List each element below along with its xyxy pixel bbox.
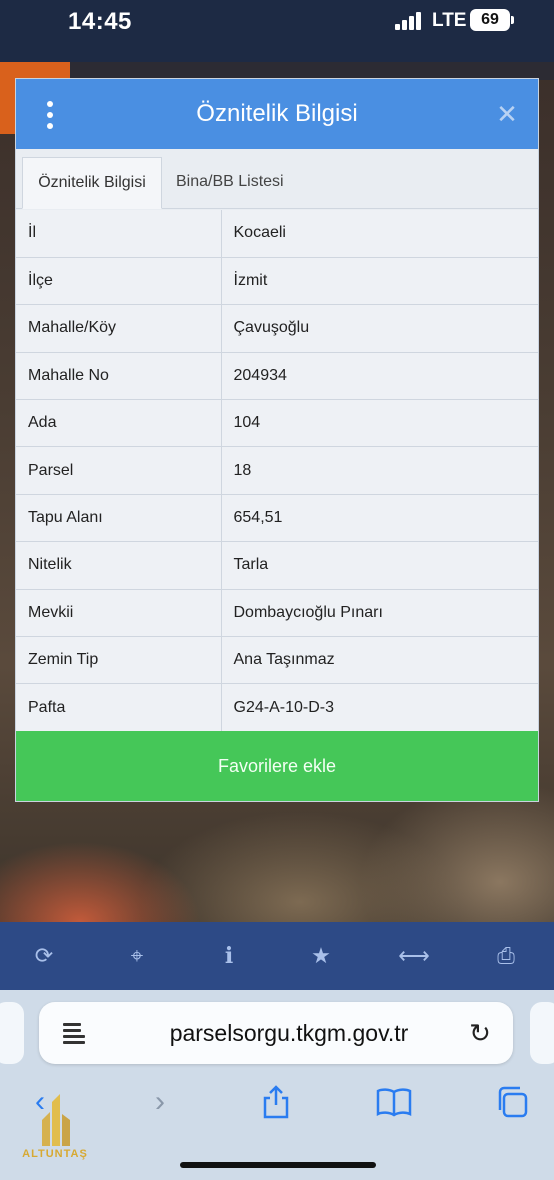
status-time: 14:45 bbox=[68, 8, 132, 35]
tabs-icon[interactable] bbox=[492, 1082, 532, 1122]
table-row: Mahalle/Köy Çavuşoğlu bbox=[16, 304, 538, 353]
print-icon[interactable]: ⎙ bbox=[490, 940, 522, 972]
attribute-value: Kocaeli bbox=[221, 210, 538, 258]
attribute-value: 204934 bbox=[221, 352, 538, 401]
home-indicator bbox=[180, 1162, 376, 1168]
status-bar: 14:45 LTE 69 bbox=[0, 0, 554, 62]
network-type: LTE bbox=[432, 10, 467, 31]
forward-icon[interactable]: › bbox=[140, 1082, 180, 1122]
close-icon[interactable]: ✕ bbox=[494, 99, 520, 129]
tab-building-list[interactable]: Bina/BB Listesi bbox=[176, 157, 326, 209]
dialog-header: Öznitelik Bilgisi ✕ bbox=[16, 79, 538, 149]
locate-icon[interactable]: ⌖ bbox=[121, 940, 153, 972]
attribute-key: İlçe bbox=[16, 257, 222, 306]
attribute-value: Tarla bbox=[221, 541, 538, 590]
attribute-key: İl bbox=[16, 210, 222, 258]
dialog-title: Öznitelik Bilgisi bbox=[196, 100, 358, 127]
refresh-icon[interactable]: ⟳ bbox=[28, 940, 60, 972]
table-row: İl Kocaeli bbox=[16, 210, 538, 258]
share-icon[interactable] bbox=[256, 1082, 296, 1122]
table-row: Nitelik Tarla bbox=[16, 541, 538, 590]
measure-icon[interactable]: ⟷ bbox=[398, 940, 430, 972]
attribute-key: Pafta bbox=[16, 683, 222, 732]
table-row: Mevkii Dombaycıoğlu Pınarı bbox=[16, 589, 538, 638]
attribute-value: 654,51 bbox=[221, 494, 538, 543]
previous-tab-pill[interactable] bbox=[0, 1002, 24, 1064]
attribute-key: Mahalle/Köy bbox=[16, 304, 222, 353]
attribute-value: 18 bbox=[221, 446, 538, 495]
attribute-key: Mahalle No bbox=[16, 352, 222, 401]
attribute-key: Tapu Alanı bbox=[16, 494, 222, 543]
battery-icon: 69 bbox=[470, 9, 514, 31]
attribute-value: Ana Taşınmaz bbox=[221, 636, 538, 685]
table-row: Zemin Tip Ana Taşınmaz bbox=[16, 636, 538, 685]
attribute-key: Parsel bbox=[16, 446, 222, 495]
more-vertical-icon[interactable] bbox=[42, 101, 56, 129]
url-text[interactable]: parselsorgu.tkgm.gov.tr bbox=[149, 1002, 429, 1064]
attribute-value: İzmit bbox=[221, 257, 538, 306]
table-row: Tapu Alanı 654,51 bbox=[16, 494, 538, 543]
company-logo: ALTUNTAŞ bbox=[12, 1090, 98, 1166]
attribute-dialog: Öznitelik Bilgisi ✕ Öznitelik Bilgisi Bi… bbox=[15, 78, 539, 802]
attribute-value: Çavuşoğlu bbox=[221, 304, 538, 353]
attribute-value: 104 bbox=[221, 399, 538, 448]
attribute-value: Dombaycıoğlu Pınarı bbox=[221, 589, 538, 638]
bookmarks-icon[interactable] bbox=[374, 1082, 414, 1122]
reader-icon[interactable] bbox=[63, 1021, 85, 1045]
attribute-key: Zemin Tip bbox=[16, 636, 222, 685]
table-row: Ada 104 bbox=[16, 399, 538, 448]
map-toolbar: ⟳ ⌖ i ★ ⟷ ⎙ bbox=[0, 922, 554, 990]
table-row: İlçe İzmit bbox=[16, 257, 538, 306]
table-row: Mahalle No 204934 bbox=[16, 352, 538, 401]
address-bar[interactable]: parselsorgu.tkgm.gov.tr ↻ bbox=[39, 1002, 513, 1064]
signal-icon bbox=[395, 12, 423, 30]
tab-attribute-info[interactable]: Öznitelik Bilgisi bbox=[22, 157, 162, 209]
add-favorite-button[interactable]: Favorilere ekle bbox=[16, 731, 538, 801]
attribute-key: Ada bbox=[16, 399, 222, 448]
table-row: Pafta G24-A-10-D-3 bbox=[16, 683, 538, 732]
table-row: Parsel 18 bbox=[16, 446, 538, 495]
star-icon[interactable]: ★ bbox=[305, 940, 337, 972]
info-icon[interactable]: i bbox=[213, 940, 245, 972]
attribute-value: G24-A-10-D-3 bbox=[221, 683, 538, 732]
reload-icon[interactable]: ↻ bbox=[465, 1018, 495, 1048]
attribute-key: Nitelik bbox=[16, 541, 222, 590]
next-tab-pill[interactable] bbox=[530, 1002, 554, 1064]
attribute-table: İl Kocaeli İlçe İzmit Mahalle/Köy Çavuşoğlu Ma… bbox=[16, 210, 538, 732]
logo-text: ALTUNTAŞ bbox=[22, 1148, 88, 1160]
dialog-tabs: Öznitelik Bilgisi Bina/BB Listesi bbox=[16, 149, 538, 209]
attribute-key: Mevkii bbox=[16, 589, 222, 638]
